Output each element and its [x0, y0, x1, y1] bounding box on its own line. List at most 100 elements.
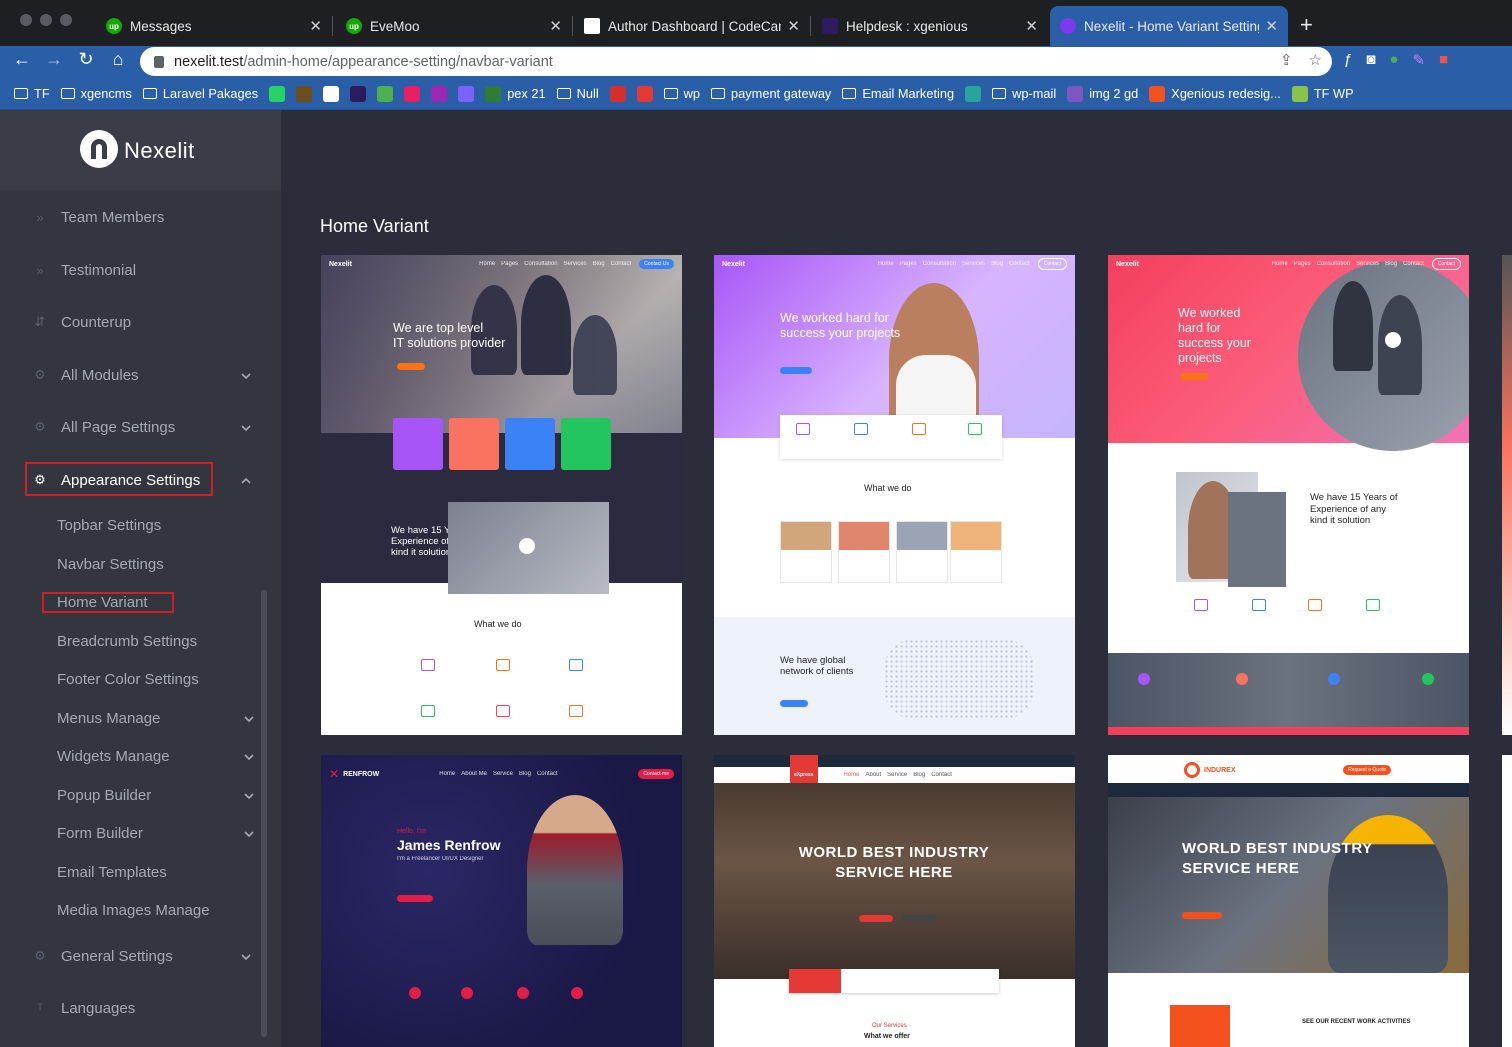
bookmark-item[interactable]: payment gateway: [711, 86, 831, 101]
variant-preview-hero: [1108, 255, 1469, 451]
submenu-item-form-builder[interactable]: Form Builder: [0, 818, 265, 848]
bookmark-item[interactable]: img 2 gd: [1067, 85, 1138, 102]
bookmark-item[interactable]: wp: [663, 86, 700, 101]
home-variant-card-2[interactable]: Nexelit Home Pages Consultation Services Blo…: [714, 255, 1075, 735]
bookmark-item[interactable]: [323, 85, 340, 102]
submenu-item-navbar-settings[interactable]: Navbar Settings: [0, 549, 265, 579]
variant-section-heading: What we do: [864, 483, 912, 493]
bookmark-item[interactable]: Laravel Pakages: [142, 86, 258, 101]
bookmark-item[interactable]: [965, 85, 982, 102]
browser-tab-active[interactable]: Nexelit - Home Variant Setting ✕: [1050, 6, 1288, 46]
new-tab-icon[interactable]: +: [1300, 12, 1313, 38]
bookmark-item[interactable]: xgencms: [60, 86, 132, 101]
gift-extension-icon[interactable]: ■: [1439, 51, 1448, 69]
chevron-down-icon[interactable]: [243, 827, 255, 839]
camera-extension-icon[interactable]: ◙: [1366, 51, 1375, 69]
home-icon[interactable]: ⌂: [106, 49, 130, 70]
reload-icon[interactable]: ↻: [74, 49, 98, 70]
nexelit-logo-icon[interactable]: [80, 130, 118, 168]
pen-extension-icon[interactable]: ✎: [1412, 51, 1425, 69]
bookmark-item[interactable]: Null: [556, 86, 599, 101]
sidebar-item-testimonial[interactable]: » Testimonial: [0, 250, 281, 290]
logo-text[interactable]: Nexelit: [124, 138, 195, 164]
close-window-icon[interactable]: [20, 14, 32, 26]
sidebar-item-all-modules[interactable]: ⚙ All Modules: [0, 355, 281, 395]
submenu-item-menus-manage[interactable]: Menus Manage: [0, 703, 265, 733]
browser-tab[interactable]: up Messages ✕: [96, 6, 332, 46]
bookmark-item[interactable]: [296, 85, 313, 102]
chevron-up-icon[interactable]: [240, 474, 252, 486]
submenu-item-topbar-settings[interactable]: Topbar Settings: [0, 510, 265, 540]
bookmark-label: Null: [576, 86, 599, 101]
home-variant-card-3[interactable]: Nexelit Home Pages Consultation Services Blo…: [1108, 255, 1469, 735]
gear-icon: ⚙: [34, 419, 46, 434]
bookmark-item[interactable]: [431, 85, 448, 102]
share-icon[interactable]: ⇪: [1280, 51, 1293, 69]
bookmark-item[interactable]: TF: [14, 86, 50, 101]
submenu-item-footer-color-settings[interactable]: Footer Color Settings: [0, 664, 265, 694]
sidebar-item-languages[interactable]: ᵀ Languages: [0, 988, 281, 1028]
bookmark-item[interactable]: [350, 85, 367, 102]
bookmark-item[interactable]: [404, 85, 421, 102]
chevron-down-icon[interactable]: [243, 750, 255, 762]
submenu-item-widgets-manage[interactable]: Widgets Manage: [0, 741, 265, 771]
leaf-extension-icon[interactable]: ●: [1389, 51, 1398, 69]
close-tab-icon[interactable]: ✕: [309, 17, 322, 35]
chevron-down-icon[interactable]: [240, 369, 252, 381]
bookmark-favicon-icon: [609, 85, 626, 102]
function-extension-icon[interactable]: ƒ: [1344, 51, 1352, 69]
sidebar-scrollbar[interactable]: [261, 590, 267, 1037]
browser-tab[interactable]: Author Dashboard | CodeCanyo ✕: [574, 6, 810, 46]
highlight-box: [25, 462, 213, 496]
minimize-window-icon[interactable]: [40, 14, 52, 26]
home-variant-card-6[interactable]: INDUREX Request a Quote WORLD BEST INDUS…: [1108, 755, 1469, 1047]
forward-icon[interactable]: →: [42, 49, 66, 70]
address-bar[interactable]: nexelit.test/admin-home/appearance-setti…: [140, 47, 1332, 76]
sidebar-item-all-page-settings[interactable]: ⚙ All Page Settings: [0, 407, 281, 447]
home-variant-card-5[interactable]: eXpress Home About Service Blog Contact WORL…: [714, 755, 1075, 1047]
variant-mini-nav: ✕ RENFROW Home About Me Service Blog Contact…: [321, 763, 682, 785]
bookmark-favicon-icon: [377, 85, 394, 102]
close-tab-icon[interactable]: ✕: [549, 17, 562, 35]
variant-section-heading: SEE OUR RECENT WORK ACTIVITIES: [1302, 1019, 1411, 1025]
home-variant-card-partial[interactable]: [1502, 755, 1512, 1047]
bookmark-item[interactable]: [377, 85, 394, 102]
submenu-item-media-images-manage[interactable]: Media Images Manage: [0, 895, 265, 925]
bookmark-item[interactable]: [458, 85, 475, 102]
back-icon[interactable]: ←: [10, 49, 34, 70]
close-tab-icon[interactable]: ✕: [1025, 17, 1038, 35]
close-tab-icon[interactable]: ✕: [787, 17, 800, 35]
bookmark-item[interactable]: [269, 85, 286, 102]
sidebar-item-team-members[interactable]: » Team Members: [0, 197, 281, 237]
bookmark-item[interactable]: wp-mail: [992, 86, 1056, 101]
chevron-down-icon[interactable]: [240, 421, 252, 433]
variant-headline: We are top level IT solutions provider: [393, 321, 506, 350]
maximize-window-icon[interactable]: [60, 14, 72, 26]
bookmark-item[interactable]: pex 21: [485, 85, 546, 102]
chevron-down-icon[interactable]: [243, 712, 255, 724]
sidebar-item-counterup[interactable]: ⇵ Counterup: [0, 302, 281, 342]
lock-icon[interactable]: [154, 55, 164, 68]
bookmark-star-icon[interactable]: ☆: [1309, 51, 1322, 69]
bookmark-item[interactable]: TF WP: [1291, 85, 1354, 102]
window-controls[interactable]: [20, 14, 72, 26]
bookmark-item[interactable]: Xgenious redesig...: [1149, 85, 1281, 102]
submenu-item-email-templates[interactable]: Email Templates: [0, 857, 265, 887]
browser-tab[interactable]: Helpdesk : xgenious ✕: [812, 6, 1048, 46]
bookmark-item[interactable]: [636, 85, 653, 102]
chevron-down-icon[interactable]: [240, 950, 252, 962]
bookmark-item[interactable]: [609, 85, 626, 102]
variant-section-text: We have global network of clients: [780, 655, 854, 677]
bookmark-label: pex 21: [507, 86, 546, 101]
home-variant-card-partial[interactable]: [1502, 255, 1512, 735]
url-path: /admin-home/appearance-setting/navbar-va…: [243, 53, 553, 70]
chevron-down-icon[interactable]: [243, 789, 255, 801]
bookmark-item[interactable]: Email Marketing: [842, 86, 954, 101]
submenu-item-breadcrumb-settings[interactable]: Breadcrumb Settings: [0, 626, 265, 656]
home-variant-card-4[interactable]: ✕ RENFROW Home About Me Service Blog Contact…: [321, 755, 682, 1047]
home-variant-card-1[interactable]: Nexelit Home Pages Consultation Services Blo…: [321, 255, 682, 735]
submenu-item-popup-builder[interactable]: Popup Builder: [0, 780, 265, 810]
browser-tab[interactable]: up EveMoo ✕: [336, 6, 572, 46]
close-tab-icon[interactable]: ✕: [1265, 17, 1278, 35]
sidebar-item-general-settings[interactable]: ⚙ General Settings: [0, 936, 281, 976]
